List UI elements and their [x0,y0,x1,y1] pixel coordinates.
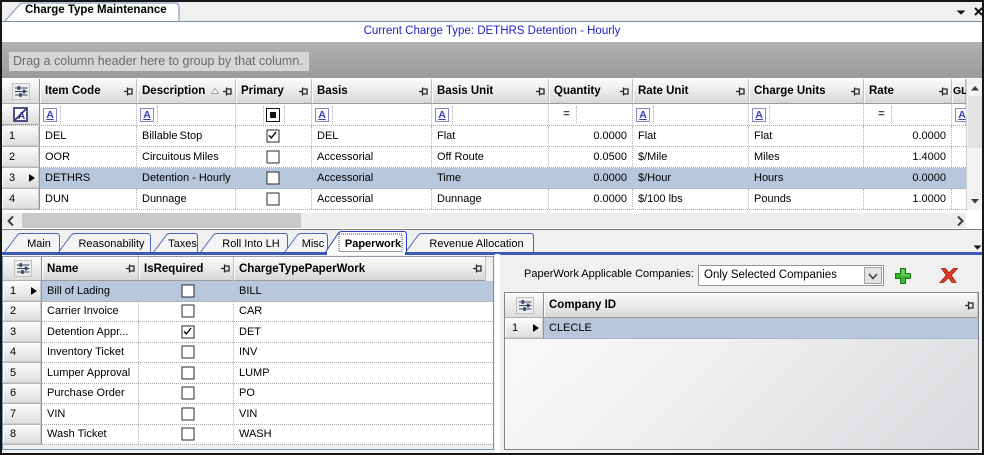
svg-text:Revenue Allocation: Revenue Allocation [429,238,523,250]
svg-text:Reasonability: Reasonability [78,238,145,250]
svg-text:Main: Main [27,238,51,250]
svg-text:Taxes: Taxes [168,238,197,250]
svg-text:Roll Into LH: Roll Into LH [222,238,280,250]
svg-text:Misc: Misc [302,238,325,250]
svg-text:Paperwork: Paperwork [345,238,402,250]
